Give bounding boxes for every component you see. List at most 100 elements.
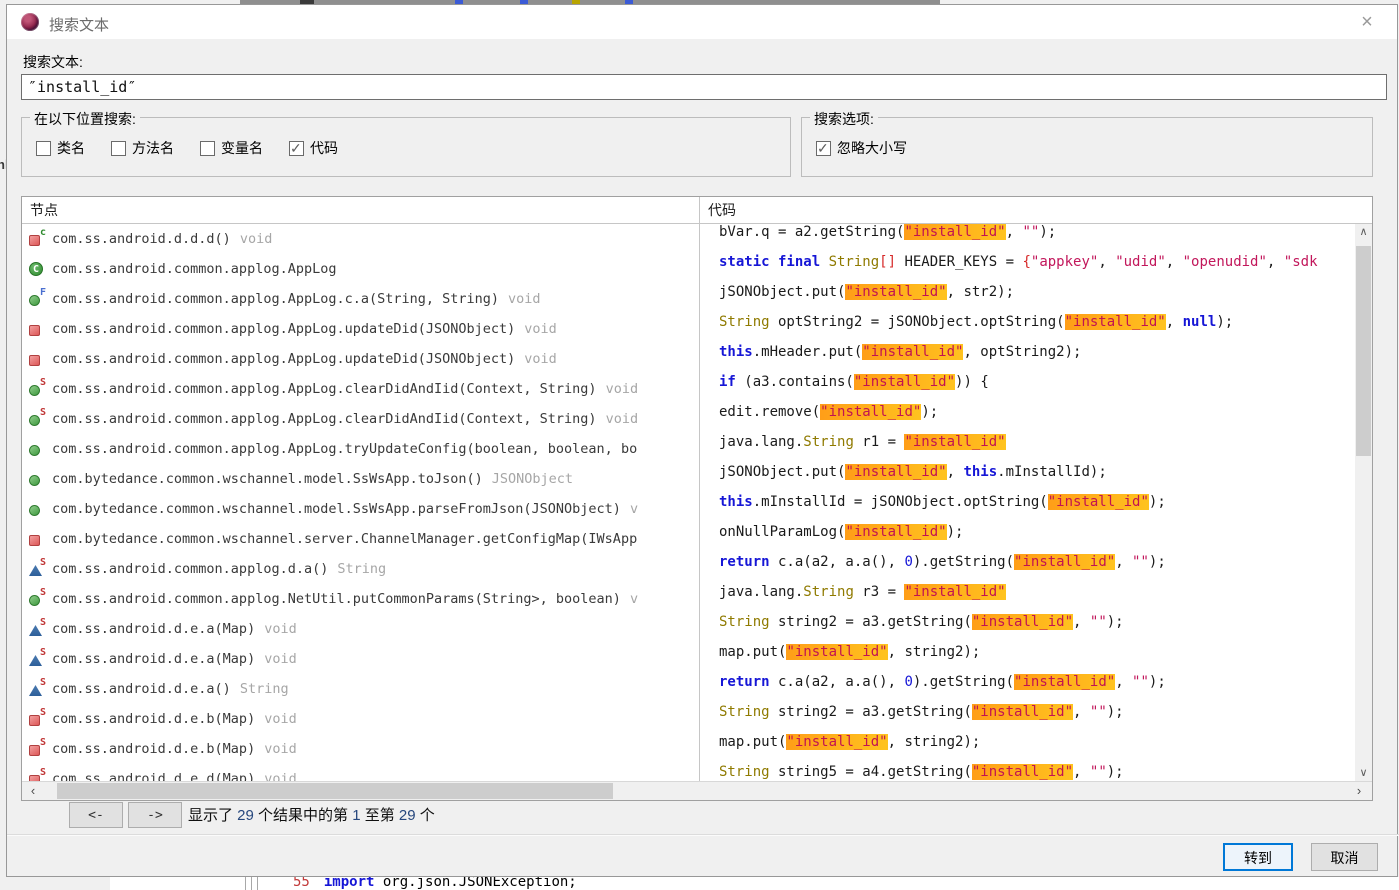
- node-row[interactable]: Ccom.ss.android.common.applog.AppLog: [22, 254, 698, 284]
- code-token: static final: [719, 254, 829, 270]
- status-text: 个: [416, 807, 435, 824]
- code-token: java.lang.: [719, 584, 803, 600]
- code-row[interactable]: static final String[] HEADER_KEYS = {"ap…: [700, 254, 1356, 284]
- code-row[interactable]: this.mHeader.put("install_id", optString…: [700, 344, 1356, 374]
- node-row[interactable]: ccom.ss.android.d.d.d()void: [22, 224, 698, 254]
- code-token: String: [719, 614, 770, 630]
- node-row[interactable]: Scom.ss.android.d.e.a(Map)void: [22, 614, 698, 644]
- node-row[interactable]: com.bytedance.common.wschannel.model.SsW…: [22, 464, 698, 494]
- cancel-button[interactable]: 取消: [1311, 843, 1378, 871]
- scroll-up-icon[interactable]: ∧: [1355, 224, 1372, 240]
- checkbox-box[interactable]: [36, 141, 51, 156]
- modifier-letter: S: [40, 707, 46, 718]
- node-row[interactable]: Scom.ss.android.common.applog.AppLog.cle…: [22, 404, 698, 434]
- code-token: []: [879, 254, 896, 270]
- node-row[interactable]: com.bytedance.common.wschannel.model.SsW…: [22, 494, 698, 524]
- previous-results-button[interactable]: <-: [69, 802, 123, 828]
- code-row[interactable]: edit.remove("install_id");: [700, 404, 1356, 434]
- code-token: String: [803, 434, 854, 450]
- code-row[interactable]: bVar.q = a2.getString("install_id", "");: [700, 224, 1356, 254]
- code-row[interactable]: String optString2 = jSONObject.optString…: [700, 314, 1356, 344]
- node-return-type: void: [524, 321, 557, 337]
- scroll-down-icon[interactable]: ∨: [1355, 765, 1372, 781]
- checkbox-box[interactable]: [816, 141, 831, 156]
- node-return-type: void: [240, 231, 273, 247]
- node-return-type: JSONObject: [492, 471, 573, 487]
- checkbox-代码[interactable]: 代码: [289, 138, 338, 158]
- title-bar[interactable]: 搜索文本 ×: [7, 5, 1397, 39]
- code-row[interactable]: map.put("install_id", string2);: [700, 734, 1356, 764]
- code-column-header[interactable]: 代码: [708, 197, 736, 223]
- icon-shape: [29, 355, 40, 366]
- code-row[interactable]: String string2 = a3.getString("install_i…: [700, 614, 1356, 644]
- node-row[interactable]: Scom.ss.android.common.applog.d.a()Strin…: [22, 554, 698, 584]
- checkbox-box[interactable]: [200, 141, 215, 156]
- node-row[interactable]: Scom.ss.android.d.e.b(Map)void: [22, 734, 698, 764]
- modifier-letter: c: [40, 227, 46, 238]
- checkbox-box[interactable]: [289, 141, 304, 156]
- code-row[interactable]: String string5 = a4.getString("install_i…: [700, 764, 1356, 781]
- code-row[interactable]: map.put("install_id", string2);: [700, 644, 1356, 674]
- node-text: com.ss.android.d.e.b(Map): [52, 711, 255, 727]
- node-text: com.ss.android.d.e.a(): [52, 681, 231, 697]
- vertical-scrollbar-thumb[interactable]: [1356, 246, 1371, 456]
- node-return-type: void: [606, 411, 639, 427]
- code-row[interactable]: if (a3.contains("install_id")) {: [700, 374, 1356, 404]
- code-row[interactable]: return c.a(a2, a.a(), 0).getString("inst…: [700, 674, 1356, 704]
- horizontal-scrollbar[interactable]: ‹ ›: [22, 781, 1372, 800]
- code-token: string2 = a3.getString(: [770, 704, 972, 720]
- checkbox-label: 代码: [310, 138, 338, 158]
- public-method-icon: [28, 471, 46, 487]
- node-row[interactable]: Scom.ss.android.common.applog.NetUtil.pu…: [22, 584, 698, 614]
- scroll-left-icon[interactable]: ‹: [24, 782, 42, 799]
- code-row[interactable]: jSONObject.put("install_id", str2);: [700, 284, 1356, 314]
- private-static-method-icon: S: [28, 741, 46, 757]
- checkbox-变量名[interactable]: 变量名: [200, 138, 263, 158]
- code-row[interactable]: java.lang.String r1 = "install_id": [700, 434, 1356, 464]
- checkbox-方法名[interactable]: 方法名: [111, 138, 174, 158]
- modifier-letter: S: [40, 557, 46, 568]
- node-column-header[interactable]: 节点: [30, 197, 58, 223]
- node-row[interactable]: Scom.ss.android.d.e.a(Map)void: [22, 644, 698, 674]
- vertical-scrollbar[interactable]: ∧ ∨: [1355, 224, 1372, 781]
- node-row[interactable]: Scom.ss.android.d.e.a()String: [22, 674, 698, 704]
- search-match-highlight: "install_id": [820, 404, 921, 420]
- next-results-button[interactable]: ->: [128, 802, 182, 828]
- node-row[interactable]: Scom.ss.android.d.e.d(Map)void: [22, 764, 698, 781]
- code-token: ,: [1267, 254, 1284, 270]
- node-row[interactable]: Fcom.ss.android.common.applog.AppLog.c.a…: [22, 284, 698, 314]
- node-row[interactable]: Scom.ss.android.common.applog.AppLog.cle…: [22, 374, 698, 404]
- checkbox-忽略大小写[interactable]: 忽略大小写: [816, 138, 907, 158]
- node-row[interactable]: Scom.ss.android.d.e.b(Map)void: [22, 704, 698, 734]
- node-row[interactable]: com.ss.android.common.applog.AppLog.tryU…: [22, 434, 698, 464]
- checkbox-类名[interactable]: 类名: [36, 138, 85, 158]
- search-input[interactable]: [21, 74, 1387, 100]
- class-icon: C: [28, 261, 46, 277]
- code-token: if: [719, 374, 736, 390]
- options-checkbox-row: 忽略大小写: [816, 138, 907, 158]
- code-row[interactable]: this.mInstallId = jSONObject.optString("…: [700, 494, 1356, 524]
- node-return-type: String: [337, 561, 386, 577]
- code-token: , str2);: [947, 284, 1014, 300]
- code-token: this: [719, 344, 753, 360]
- node-row[interactable]: com.ss.android.common.applog.AppLog.upda…: [22, 314, 698, 344]
- search-match-highlight: "install_id": [786, 734, 887, 750]
- go-to-button[interactable]: 转到: [1223, 843, 1293, 871]
- node-row[interactable]: com.bytedance.common.wschannel.server.Ch…: [22, 524, 698, 554]
- code-row[interactable]: String string2 = a3.getString("install_i…: [700, 704, 1356, 734]
- code-row[interactable]: jSONObject.put("install_id", this.mInsta…: [700, 464, 1356, 494]
- public-static-method-icon: S: [28, 411, 46, 427]
- checkbox-box[interactable]: [111, 141, 126, 156]
- node-row[interactable]: com.ss.android.common.applog.AppLog.upda…: [22, 344, 698, 374]
- code-token: return: [719, 674, 770, 690]
- horizontal-scrollbar-thumb[interactable]: [57, 783, 613, 799]
- icon-shape: [29, 745, 40, 756]
- code-row[interactable]: onNullParamLog("install_id");: [700, 524, 1356, 554]
- status-text: 个结果中的第: [254, 807, 352, 824]
- close-icon[interactable]: ×: [1347, 9, 1387, 35]
- scroll-right-icon[interactable]: ›: [1350, 782, 1368, 799]
- code-row[interactable]: java.lang.String r3 = "install_id": [700, 584, 1356, 614]
- search-match-highlight: "install_id": [904, 584, 1005, 600]
- private-method-icon: [28, 531, 46, 547]
- code-row[interactable]: return c.a(a2, a.a(), 0).getString("inst…: [700, 554, 1356, 584]
